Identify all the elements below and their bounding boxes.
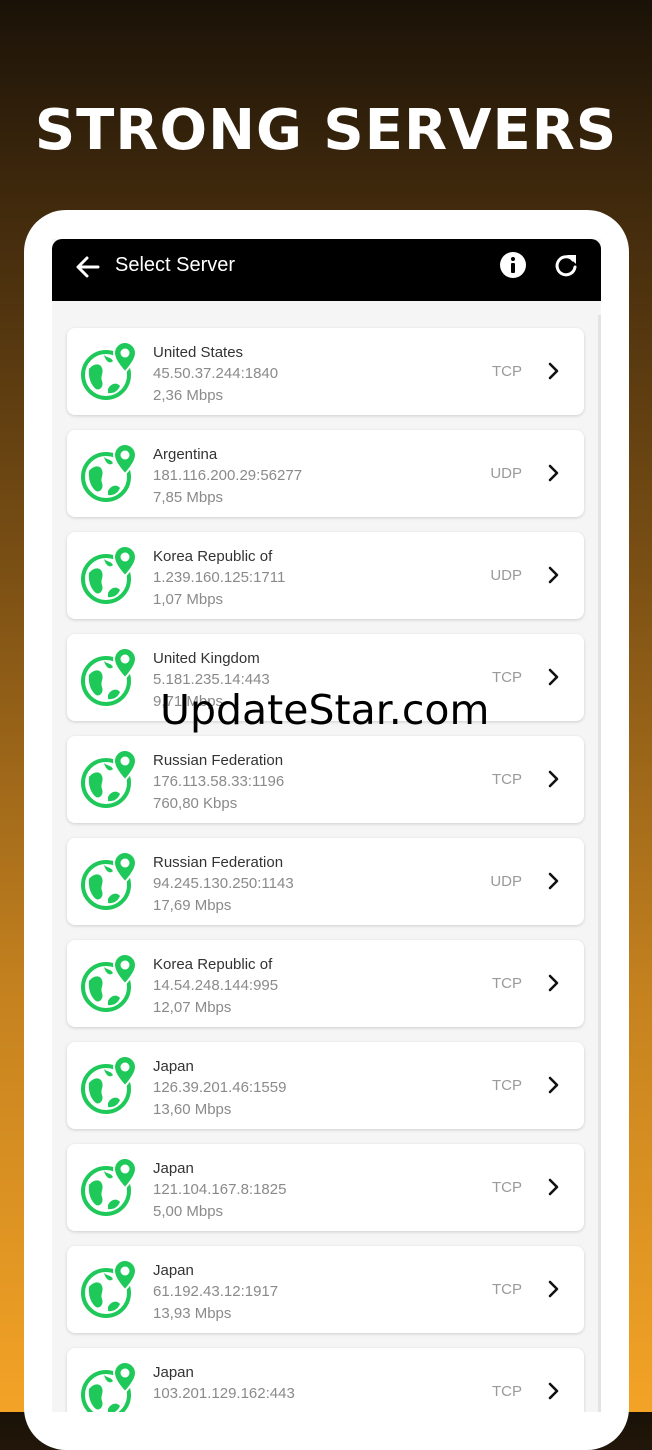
server-row[interactable]: Russian Federation 94.245.130.250:1143 1… [67, 838, 584, 925]
server-address: 103.201.129.162:443 [153, 1385, 295, 1402]
server-country: Japan [153, 1262, 194, 1279]
chevron-right-icon [548, 1178, 559, 1196]
arrow-left-icon[interactable] [72, 251, 104, 283]
chevron-right-icon [548, 362, 559, 380]
server-address: 176.113.58.33:1196 [153, 773, 285, 790]
server-row[interactable]: Japan 61.192.43.12:1917 13,93 Mbps TCP [67, 1246, 584, 1333]
server-row[interactable]: Japan 121.104.167.8:1825 5,00 Mbps TCP [67, 1144, 584, 1231]
scrollbar[interactable] [598, 315, 601, 1412]
server-row[interactable]: Korea Republic of 1.239.160.125:1711 1,0… [67, 532, 584, 619]
server-protocol: UDP [490, 465, 522, 482]
server-address: 94.245.130.250:1143 [153, 875, 294, 892]
chevron-right-icon [548, 1280, 559, 1298]
server-address: 5.181.235.14:443 [153, 671, 270, 688]
globe-pin-icon [81, 749, 138, 808]
chevron-right-icon [548, 566, 559, 584]
server-country: Russian Federation [153, 752, 284, 769]
server-row[interactable]: Japan 103.201.129.162:443 TCP [67, 1348, 584, 1412]
server-address: 61.192.43.12:1917 [153, 1283, 279, 1300]
server-row[interactable]: Russian Federation 176.113.58.33:1196 76… [67, 736, 584, 823]
server-address: 181.116.200.29:56277 [153, 467, 303, 484]
globe-pin-icon [81, 1259, 138, 1318]
server-speed: 5,00 Mbps [153, 1203, 224, 1220]
globe-pin-icon [81, 1055, 138, 1114]
server-country: Japan [153, 1160, 194, 1177]
chevron-right-icon [548, 668, 559, 686]
server-protocol: TCP [492, 669, 522, 686]
server-address: 45.50.37.244:1840 [153, 365, 279, 382]
server-row[interactable]: United Kingdom 5.181.235.14:443 9,71 Mbp… [67, 634, 584, 721]
server-protocol: UDP [490, 873, 522, 890]
globe-pin-icon [81, 647, 138, 706]
app-bar: Select Server [52, 239, 601, 301]
server-protocol: UDP [490, 567, 522, 584]
app-screen: United States 45.50.37.244:1840 2,36 Mbp… [52, 239, 601, 1412]
server-country: Argentina [153, 446, 218, 463]
chevron-right-icon [548, 1382, 559, 1400]
server-protocol: TCP [492, 1179, 522, 1196]
globe-pin-icon [81, 1361, 138, 1412]
chevron-right-icon [548, 770, 559, 788]
page-title: Select Server [115, 254, 236, 276]
server-speed: 2,36 Mbps [153, 387, 224, 404]
globe-pin-icon [81, 953, 138, 1012]
info-icon[interactable] [499, 251, 527, 279]
globe-pin-icon [81, 545, 138, 604]
server-speed: 760,80 Kbps [153, 795, 238, 812]
server-protocol: TCP [492, 1383, 522, 1400]
server-speed: 1,07 Mbps [153, 591, 224, 608]
server-protocol: TCP [492, 975, 522, 992]
server-country: Korea Republic of [153, 956, 273, 973]
server-row[interactable]: Korea Republic of 14.54.248.144:995 12,0… [67, 940, 584, 1027]
globe-pin-icon [81, 1157, 138, 1216]
server-country: Korea Republic of [153, 548, 273, 565]
headline: STRONG SERVERS [34, 98, 618, 163]
server-speed: 9,71 Mbps [153, 693, 224, 710]
server-address: 126.39.201.46:1559 [153, 1079, 287, 1096]
server-country: Japan [153, 1058, 194, 1075]
chevron-right-icon [548, 1076, 559, 1094]
server-protocol: TCP [492, 1077, 522, 1094]
server-row[interactable]: Japan 126.39.201.46:1559 13,60 Mbps TCP [67, 1042, 584, 1129]
server-address: 1.239.160.125:1711 [153, 569, 286, 586]
server-speed: 13,60 Mbps [153, 1101, 232, 1118]
server-row[interactable]: Argentina 181.116.200.29:56277 7,85 Mbps… [67, 430, 584, 517]
server-country: United Kingdom [153, 650, 260, 667]
server-protocol: TCP [492, 1281, 522, 1298]
server-country: Russian Federation [153, 854, 284, 871]
server-protocol: TCP [492, 363, 522, 380]
server-protocol: TCP [492, 771, 522, 788]
globe-pin-icon [81, 341, 138, 400]
server-row[interactable]: United States 45.50.37.244:1840 2,36 Mbp… [67, 328, 584, 415]
chevron-right-icon [548, 464, 559, 482]
server-list: United States 45.50.37.244:1840 2,36 Mbp… [52, 239, 601, 1412]
server-speed: 7,85 Mbps [153, 489, 224, 506]
server-speed: 17,69 Mbps [153, 897, 232, 914]
chevron-right-icon [548, 872, 559, 890]
globe-pin-icon [81, 851, 138, 910]
refresh-icon[interactable] [552, 251, 580, 279]
chevron-right-icon [548, 974, 559, 992]
server-country: Japan [153, 1364, 194, 1381]
globe-pin-icon [81, 443, 138, 502]
server-speed: 13,93 Mbps [153, 1305, 232, 1322]
server-address: 121.104.167.8:1825 [153, 1181, 287, 1198]
server-speed: 12,07 Mbps [153, 999, 232, 1016]
server-address: 14.54.248.144:995 [153, 977, 279, 994]
server-country: United States [153, 344, 244, 361]
